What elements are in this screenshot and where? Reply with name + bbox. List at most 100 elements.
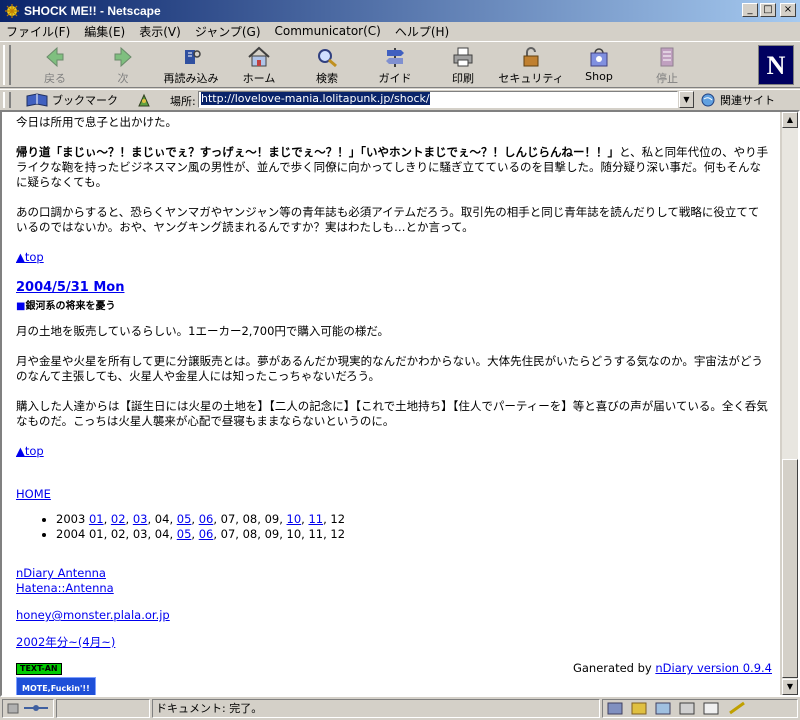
location-toolbar-grip[interactable]	[3, 92, 11, 108]
search-label: 検索	[316, 72, 338, 85]
menu-file[interactable]: ファイル(F)	[6, 23, 70, 40]
netscape-n-icon: N	[759, 46, 793, 84]
month-text: 12	[330, 527, 346, 541]
stop-button[interactable]: 停止	[634, 46, 700, 86]
component-bar-icons[interactable]	[606, 700, 756, 716]
archive-2002-link[interactable]: 2002年分~(4月~)	[16, 635, 115, 649]
related-sites-button[interactable]: 関連サイト	[700, 92, 775, 108]
url-dropdown-button[interactable]: ▼	[679, 91, 694, 108]
month-text: 12	[330, 512, 346, 526]
menu-view[interactable]: 表示(V)	[139, 23, 181, 40]
month-link[interactable]: 03	[133, 512, 148, 526]
menu-bar: ファイル(F) 編集(E) 表示(V) ジャンプ(G) Communicator…	[0, 22, 800, 40]
paragraph-5: 月や金星や火星を所有して更に分譲販売とは。夢があるんだか現実的なんだかわからない…	[16, 354, 763, 383]
month-text: 09	[264, 527, 280, 541]
maximize-button[interactable]: □	[760, 3, 776, 17]
email-link[interactable]: honey@monster.plala.or.jp	[16, 608, 170, 622]
month-text: 04	[154, 512, 170, 526]
reload-icon	[185, 50, 201, 64]
scroll-up-button[interactable]: ▲	[782, 112, 798, 128]
vertical-scrollbar[interactable]: ▲ ▼	[782, 112, 798, 695]
scroll-thumb[interactable]	[782, 459, 798, 678]
padlock-icon	[523, 47, 539, 67]
date-link[interactable]: 2004/5/31 Mon	[16, 280, 124, 295]
menu-go[interactable]: ジャンプ(G)	[195, 23, 261, 40]
guide-label: ガイド	[378, 72, 412, 85]
month-link[interactable]: 10	[287, 512, 302, 526]
section-title: ■銀河系の将来を憂う	[16, 299, 770, 314]
month-text: 08	[242, 527, 258, 541]
forward-button[interactable]: 次	[90, 46, 156, 86]
bookmarks-button[interactable]: ブックマーク	[26, 92, 152, 108]
month-text: 07	[220, 512, 236, 526]
related-sites-icon	[701, 93, 715, 107]
ndiary-antenna-link[interactable]: nDiary Antenna	[16, 566, 106, 580]
content-frame: 今日は所用で息子と出かけた。 帰り道「まじぃ〜？！まじぃでぇ？すっげぇ〜！まじで…	[0, 110, 800, 697]
archive-row-2004: 2004 01, 02, 03, 04, 05, 06, 07, 08, 09,…	[56, 527, 770, 542]
archive-row-2003: 2003 01, 02, 03, 04, 05, 06, 07, 08, 09,…	[56, 512, 770, 527]
location-toolbar: ブックマーク 場所: http://lovelove-mania.lolitap…	[0, 89, 800, 109]
menu-edit[interactable]: 編集(E)	[84, 23, 125, 40]
month-text: 01	[88, 527, 104, 541]
reload-button[interactable]: 再読み込み	[158, 46, 224, 86]
close-button[interactable]: ×	[780, 3, 796, 17]
shop-label: Shop	[585, 70, 613, 83]
guide-button[interactable]: ガイド	[362, 46, 428, 86]
month-link[interactable]: 05	[177, 512, 192, 526]
month-text: 09	[264, 512, 280, 526]
month-link[interactable]: 06	[199, 512, 214, 526]
page-content: 今日は所用で息子と出かけた。 帰り道「まじぃ〜？！まじぃでぇ？すっげぇ〜！まじで…	[2, 112, 780, 695]
print-label: 印刷	[452, 72, 474, 85]
netscape-app-icon	[4, 3, 20, 19]
search-button[interactable]: 検索	[294, 46, 360, 86]
ndiary-version-link[interactable]: nDiary version 0.9.4	[655, 661, 772, 675]
back-arrow-icon	[46, 46, 64, 68]
paragraph-4: 月の土地を販売しているらしい。1エーカー2,700円で購入可能の様だ。	[16, 324, 390, 338]
month-text: 08	[242, 512, 258, 526]
quote-bold: 帰り道「まじぃ〜？！まじぃでぇ？すっげぇ〜！まじでぇ〜？！」「いやホントまじでぇ…	[16, 145, 620, 159]
netscape-logo[interactable]: N	[758, 45, 794, 85]
month-text: 04	[154, 527, 170, 541]
bookmark-label: ブックマーク	[52, 94, 118, 107]
month-link[interactable]: 01	[89, 512, 104, 526]
url-field[interactable]: http://lovelove-mania.lolitapunk.jp/shoc…	[198, 91, 678, 108]
menu-help[interactable]: ヘルプ(H)	[395, 23, 449, 40]
printer-icon	[453, 47, 473, 67]
month-link[interactable]: 06	[199, 527, 214, 541]
month-link[interactable]: 02	[111, 512, 126, 526]
shop-button[interactable]: Shop	[566, 46, 632, 86]
month-text: 10	[286, 527, 302, 541]
title-bar[interactable]: SHOCK ME!! - Netscape _ □ ×	[0, 0, 800, 22]
svg-text:N: N	[767, 51, 786, 80]
home-link[interactable]: HOME	[16, 487, 51, 501]
top-link[interactable]: ▲top	[16, 250, 44, 264]
toolbar-grip[interactable]	[3, 45, 11, 85]
search-icon	[318, 49, 337, 68]
text-antenna-badge[interactable]: TEXT-AN	[16, 663, 62, 675]
progress-bar	[56, 699, 150, 718]
hatena-antenna-link[interactable]: Hatena::Antenna	[16, 581, 114, 595]
navigation-toolbar: 戻る 次 再読み込み ホーム 検索 ガイド 印刷 セキュリティ Shop 停止 …	[0, 41, 800, 88]
shopping-bag-icon	[590, 48, 608, 67]
home-button[interactable]: ホーム	[226, 46, 292, 86]
page-proxy-icon[interactable]	[136, 92, 152, 108]
url-text: http://lovelove-mania.lolitapunk.jp/shoc…	[201, 92, 430, 105]
print-button[interactable]: 印刷	[430, 46, 496, 86]
paragraph-3: あの口調からすると、恐らくヤンマガやヤンジャン等の青年誌も必須アイテムだろう。取…	[16, 205, 760, 234]
generated-by: Ganerated by nDiary version 0.9.4	[573, 661, 772, 676]
back-button[interactable]: 戻る	[22, 46, 88, 86]
month-link[interactable]: 05	[177, 527, 192, 541]
mote-badge[interactable]: MOTE,Fuckin'!!	[16, 677, 96, 695]
status-bar: ドキュメント: 完了。	[0, 697, 800, 720]
menu-communicator[interactable]: Communicator(C)	[275, 24, 381, 38]
top-link[interactable]: ▲top	[16, 444, 44, 458]
status-text: ドキュメント: 完了。	[152, 699, 600, 718]
month-text: 11	[308, 527, 324, 541]
month-link[interactable]: 11	[308, 512, 323, 526]
forward-label: 次	[117, 72, 129, 85]
section-title-text: 銀河系の将来を憂う	[25, 301, 116, 312]
security-button[interactable]: セキュリティ	[498, 46, 564, 86]
component-bar	[602, 699, 798, 718]
scroll-down-button[interactable]: ▼	[782, 679, 798, 695]
minimize-button[interactable]: _	[742, 3, 758, 17]
